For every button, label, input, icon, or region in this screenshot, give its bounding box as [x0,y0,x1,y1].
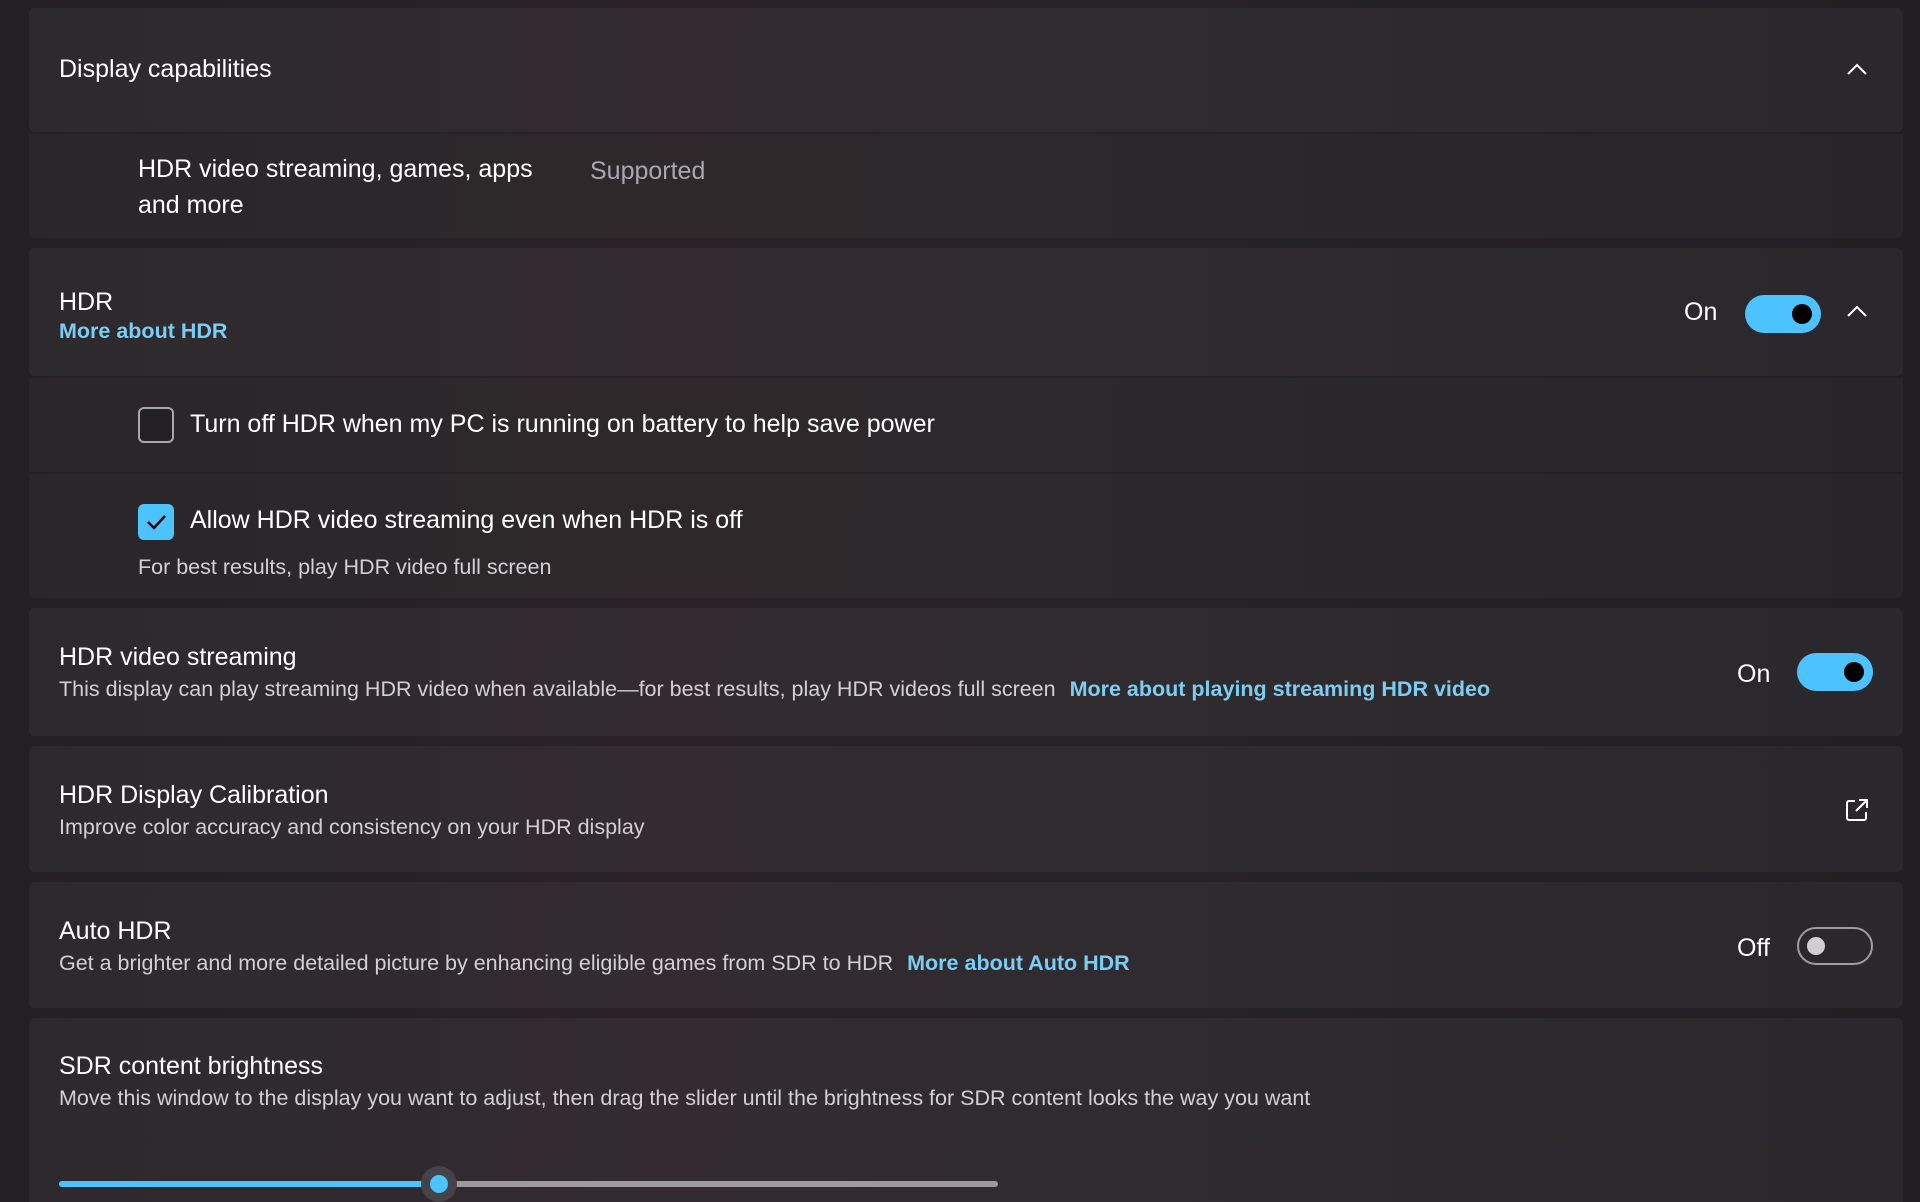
display-capabilities-header[interactable]: Display capabilities [29,8,1903,132]
toggle-knob [1844,662,1864,682]
streaming-option-hint: For best results, play HDR video full sc… [138,555,552,579]
hdr-video-streaming-toggle[interactable] [1797,653,1873,691]
slider-fill [59,1181,439,1187]
battery-checkbox[interactable] [138,407,174,443]
chevron-up-icon[interactable] [1842,55,1872,85]
hdr-calibration-title: HDR Display Calibration [59,781,329,809]
battery-option-label[interactable]: Turn off HDR when my PC is running on ba… [190,410,935,439]
hdr-streaming-option: Allow HDR video streaming even when HDR … [29,474,1903,598]
hdr-toggle[interactable] [1745,295,1821,333]
sdr-brightness-slider[interactable] [59,1166,998,1202]
checkmark-icon [147,515,166,530]
auto-hdr-state-label: Off [1737,934,1770,962]
toggle-knob [1792,304,1812,324]
hdr-state-label: On [1684,298,1718,326]
sdr-brightness-title: SDR content brightness [59,1052,324,1080]
more-about-auto-hdr-link[interactable]: More about Auto HDR [907,951,1130,975]
more-about-hdr-link-text[interactable]: More about HDR [59,319,227,343]
auto-hdr-title: Auto HDR [59,917,172,945]
streaming-option-label[interactable]: Allow HDR video streaming even when HDR … [190,506,743,535]
more-about-streaming-hdr-link[interactable]: More about playing streaming HDR video [1070,677,1491,701]
capability-label-line2: and more [138,191,244,219]
slider-thumb[interactable] [421,1166,457,1202]
external-link-icon[interactable] [1843,796,1871,824]
display-capabilities-title: Display capabilities [59,55,272,83]
hdr-video-streaming-description-text: This display can play streaming HDR vide… [59,677,1056,701]
auto-hdr-toggle[interactable] [1797,927,1873,965]
streaming-checkbox[interactable] [138,504,174,540]
sdr-brightness-row: SDR content brightness Move this window … [29,1018,1903,1202]
hdr-battery-option: Turn off HDR when my PC is running on ba… [29,378,1903,472]
hdr-video-streaming-title: HDR video streaming [59,643,297,671]
hdr-title: HDR [59,288,114,316]
toggle-knob [1807,937,1825,955]
hdr-video-streaming-state-label: On [1737,660,1771,688]
sdr-brightness-description: Move this window to the display you want… [59,1086,1311,1110]
auto-hdr-row: Auto HDR Get a brighter and more detaile… [29,882,1903,1008]
chevron-up-icon[interactable] [1842,297,1872,327]
hdr-video-streaming-description: This display can play streaming HDR vide… [59,677,1490,702]
auto-hdr-description: Get a brighter and more detailed picture… [59,951,1130,976]
display-capabilities-item: HDR video streaming, games, apps and mor… [29,134,1903,238]
capability-label-line1: HDR video streaming, games, apps [138,155,533,183]
hdr-video-streaming-row: HDR video streaming This display can pla… [29,608,1903,736]
hdr-calibration-description: Improve color accuracy and consistency o… [59,815,645,839]
capability-value: Supported [590,157,706,185]
more-about-hdr-link[interactable]: More about HDR [59,319,227,344]
auto-hdr-description-text: Get a brighter and more detailed picture… [59,951,894,975]
hdr-calibration-row[interactable]: HDR Display Calibration Improve color ac… [29,746,1903,872]
hdr-header[interactable]: HDR More about HDR On [29,248,1903,376]
